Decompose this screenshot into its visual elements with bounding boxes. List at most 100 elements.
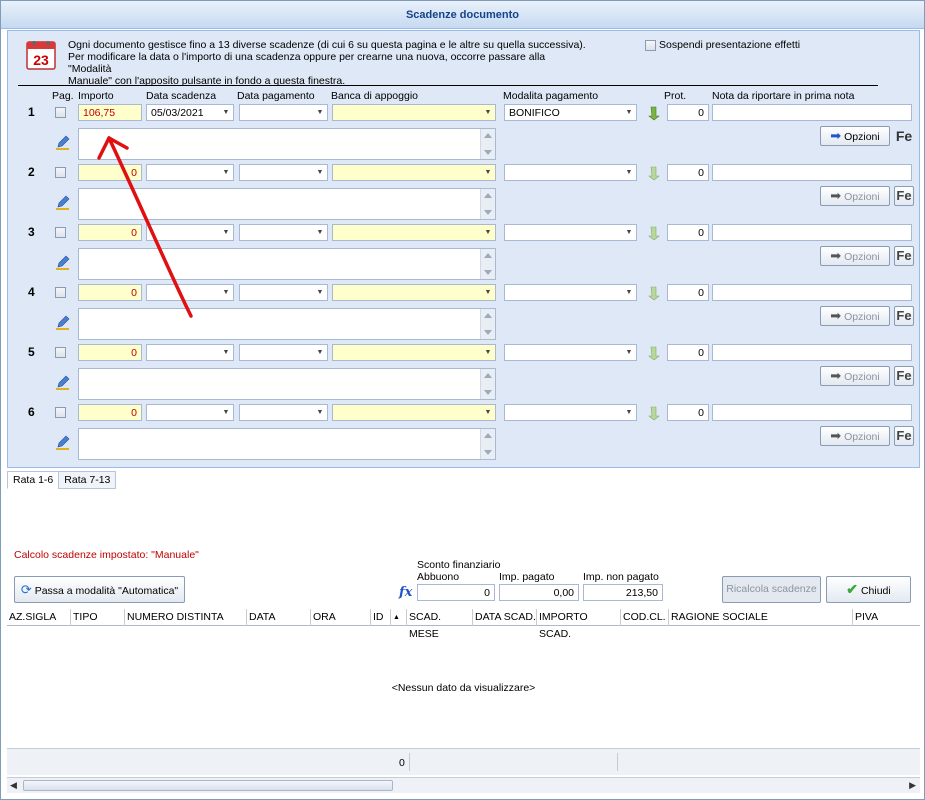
col-ragione-sociale[interactable]: RAGIONE SOCIALE [669,609,853,626]
prot-input[interactable]: 0 [667,344,709,361]
importo-input[interactable]: 0 [78,404,142,421]
col-data-scad[interactable]: DATA SCAD. [473,609,537,626]
chevron-down-icon[interactable]: ▼ [622,225,636,240]
prot-input[interactable]: 0 [667,104,709,121]
chevron-down-icon[interactable]: ▼ [622,285,636,300]
lookup-icon[interactable] [645,225,661,241]
chevron-down-icon[interactable]: ▼ [481,105,495,120]
chevron-down-icon[interactable]: ▼ [481,165,495,180]
importo-input[interactable]: 0 [78,344,142,361]
fe-icon[interactable]: Fe [894,186,914,206]
imp-pagato-input[interactable]: 0,00 [499,584,579,601]
opzioni-button[interactable]: ➡ Opzioni [820,426,890,446]
lookup-icon[interactable] [645,165,661,181]
memo-scrollbar[interactable] [480,189,495,219]
banca-combo[interactable]: ▼ [332,284,496,301]
chevron-down-icon[interactable]: ▼ [219,405,233,420]
data-pagamento-combo[interactable]: ▼ [239,344,328,361]
memo-scrollbar[interactable] [480,369,495,399]
nota-input[interactable] [712,224,912,241]
banca-combo[interactable]: ▼ [332,164,496,181]
opzioni-button[interactable]: ➡ Opzioni [820,306,890,326]
ricalcola-button[interactable]: Ricalcola scadenze [722,576,821,603]
chevron-down-icon[interactable]: ▼ [622,405,636,420]
pagato-checkbox[interactable] [55,227,66,238]
pencil-icon[interactable] [55,435,70,450]
fe-icon[interactable]: Fe [894,366,914,386]
banca-combo[interactable]: ▼ [332,104,496,121]
lookup-icon[interactable] [645,405,661,421]
chevron-down-icon[interactable]: ▼ [622,105,636,120]
chevron-down-icon[interactable]: ▼ [622,165,636,180]
pagato-checkbox[interactable] [55,107,66,118]
nota-input[interactable] [712,404,912,421]
pencil-icon[interactable] [55,375,70,390]
chevron-down-icon[interactable]: ▼ [313,225,327,240]
data-pagamento-combo[interactable]: ▼ [239,104,328,121]
chevron-down-icon[interactable]: ▼ [219,165,233,180]
data-pagamento-combo[interactable]: ▼ [239,404,328,421]
data-pagamento-combo[interactable]: ▼ [239,224,328,241]
opzioni-button[interactable]: ➡ Opzioni [820,366,890,386]
opzioni-button[interactable]: ➡ Opzioni [820,246,890,266]
chevron-down-icon[interactable]: ▼ [219,345,233,360]
abbuono-input[interactable]: 0 [417,584,495,601]
banca-combo[interactable]: ▼ [332,344,496,361]
chevron-down-icon[interactable]: ▼ [313,285,327,300]
memo-scrollbar[interactable] [480,309,495,339]
prot-input[interactable]: 0 [667,284,709,301]
modalita-combo[interactable]: ▼ [504,344,637,361]
chiudi-button[interactable]: ✔ Chiudi [826,576,911,603]
chevron-down-icon[interactable]: ▼ [481,405,495,420]
fe-icon[interactable]: Fe [894,246,914,266]
modalita-combo[interactable]: BONIFICO ▼ [504,104,637,121]
nota-input[interactable] [712,284,912,301]
nota-input[interactable] [712,164,912,181]
data-scadenza-combo[interactable]: ▼ [146,344,234,361]
chevron-down-icon[interactable]: ▼ [313,345,327,360]
col-ora[interactable]: ORA [311,609,371,626]
col-importo-scad[interactable]: IMPORTO SCAD. [537,609,621,640]
col-tipo[interactable]: TIPO [71,609,125,626]
horizontal-scrollbar[interactable]: ◀ ▶ [7,777,920,793]
chevron-down-icon[interactable]: ▼ [219,285,233,300]
pagato-checkbox[interactable] [55,167,66,178]
scroll-left-icon[interactable]: ◀ [10,780,17,791]
chevron-down-icon[interactable]: ▼ [481,285,495,300]
data-scadenza-combo[interactable]: ▼ [146,404,234,421]
col-piva[interactable]: PIVA [853,609,920,626]
pagato-checkbox[interactable] [55,347,66,358]
lookup-icon[interactable] [645,105,661,121]
banca-combo[interactable]: ▼ [332,404,496,421]
pagato-checkbox[interactable] [55,407,66,418]
chevron-down-icon[interactable]: ▼ [313,405,327,420]
fe-icon[interactable]: Fe [894,426,914,446]
lookup-icon[interactable] [645,285,661,301]
prot-input[interactable]: 0 [667,404,709,421]
pagato-checkbox[interactable] [55,287,66,298]
auto-mode-button[interactable]: ⟳ Passa a modalità "Automatica" [14,576,185,603]
data-pagamento-combo[interactable]: ▼ [239,284,328,301]
col-scad-mese[interactable]: SCAD. MESE [407,609,473,640]
chevron-down-icon[interactable]: ▼ [219,105,233,120]
fe-icon[interactable]: Fe [894,306,914,326]
chevron-down-icon[interactable]: ▼ [313,165,327,180]
descrizione-memo[interactable] [78,368,496,400]
prot-input[interactable]: 0 [667,224,709,241]
memo-scrollbar[interactable] [480,429,495,459]
chevron-down-icon[interactable]: ▼ [481,225,495,240]
chevron-down-icon[interactable]: ▼ [313,105,327,120]
col-az-sigla[interactable]: AZ.SIGLA [7,609,71,626]
modalita-combo[interactable]: ▼ [504,404,637,421]
pencil-icon[interactable] [55,255,70,270]
nota-input[interactable] [712,344,912,361]
banca-combo[interactable]: ▼ [332,224,496,241]
prot-input[interactable]: 0 [667,164,709,181]
col-data[interactable]: DATA [247,609,311,626]
pencil-icon[interactable] [55,195,70,210]
nota-input[interactable] [712,104,912,121]
tab-rata-7-13[interactable]: Rata 7-13 [58,471,117,489]
suspend-checkbox[interactable] [645,40,656,51]
chevron-down-icon[interactable]: ▼ [219,225,233,240]
col-numero-distinta[interactable]: NUMERO DISTINTA [125,609,247,626]
